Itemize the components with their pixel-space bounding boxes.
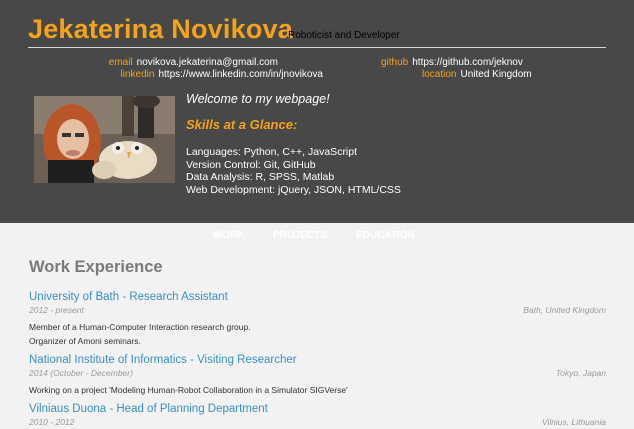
- skills-list: Languages: Python, C++, JavaScript Versi…: [186, 146, 401, 196]
- contact-email-value[interactable]: novikova.jekaterina@gmail.com: [137, 57, 278, 68]
- tagline: Roboticist and Developer: [288, 30, 400, 41]
- contact-location-label: location: [422, 69, 457, 80]
- skill-item: Languages: Python, C++, JavaScript: [186, 146, 358, 158]
- job-description: Working on a project 'Modeling Human-Rob…: [29, 385, 348, 395]
- contact-github[interactable]: github https://github.com/jeknov: [381, 57, 523, 68]
- contact-github-label: github: [381, 57, 409, 68]
- job-dates: 2010 - 2012: [29, 417, 75, 427]
- nav-projects[interactable]: PROJECTS: [273, 230, 327, 241]
- main-nav: WORK PROJECTS EDUCATION: [0, 230, 634, 244]
- page-title: Jekaterina Novikova: [28, 14, 293, 44]
- nav-work[interactable]: WORK: [213, 230, 245, 241]
- contact-location: location United Kingdom: [422, 69, 532, 80]
- contact-email[interactable]: email novikova.jekaterina@gmail.com: [0, 57, 278, 68]
- job-dates: 2012 - present: [29, 305, 84, 315]
- contact-email-label: email: [108, 57, 133, 68]
- skill-item: Data Analysis: R, SPSS, Matlab: [186, 171, 335, 183]
- nav-education[interactable]: EDUCATION: [356, 230, 415, 241]
- header: Jekaterina Novikova Roboticist and Devel…: [0, 0, 634, 241]
- skills-title: Skills at a Glance:: [186, 117, 298, 132]
- divider: [28, 47, 606, 48]
- job-location: Tokyo, Japan: [555, 368, 606, 378]
- contact-linkedin-label: linkedin: [120, 69, 155, 80]
- contact-location-value: United Kingdom: [460, 69, 532, 80]
- job-description: Organizer of Amoni seminars.: [29, 336, 141, 346]
- profile-photo-image: [34, 96, 175, 183]
- job-title[interactable]: Vilniaus Duona - Head of Planning Depart…: [29, 403, 268, 415]
- job-location: Vilnius, Lithuania: [541, 417, 606, 427]
- skill-item: Web Development: jQuery, JSON, HTML/CSS: [186, 183, 401, 196]
- profile-photo: [34, 96, 175, 183]
- contact-linkedin-value[interactable]: https://www.linkedin.com/in/jnovikova: [158, 69, 323, 80]
- skill-item: Version Control: Git, GitHub: [186, 158, 316, 171]
- contact-linkedin[interactable]: linkedin https://www.linkedin.com/in/jnov…: [0, 69, 323, 80]
- job-description: Member of a Human-Computer Interaction r…: [29, 322, 251, 332]
- job-location: Bath, United Kingdom: [523, 305, 606, 315]
- job-title[interactable]: National Institute of Informatics - Visi…: [29, 354, 297, 366]
- welcome-text: Welcome to my webpage!: [186, 92, 330, 106]
- section-title: Work Experience: [29, 258, 163, 276]
- job-title[interactable]: University of Bath - Research Assistant: [29, 291, 228, 303]
- job-dates: 2014 (October - December): [29, 368, 133, 378]
- contact-github-value[interactable]: https://github.com/jeknov: [412, 57, 523, 68]
